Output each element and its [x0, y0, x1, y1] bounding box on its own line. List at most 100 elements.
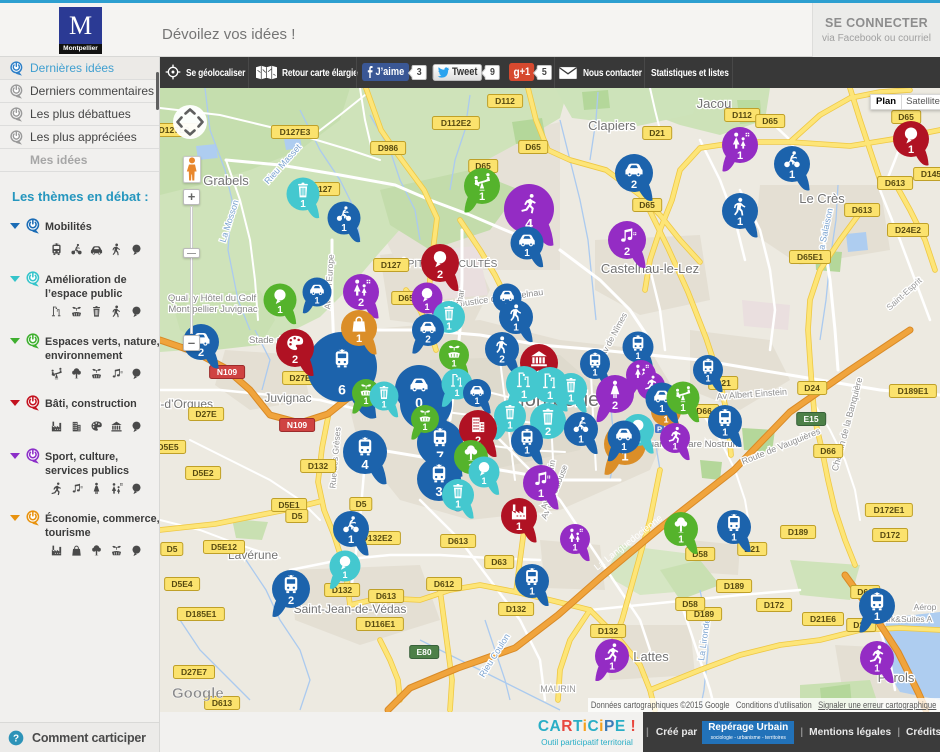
svg-text:1: 1	[547, 390, 553, 402]
svg-text:1: 1	[356, 333, 362, 345]
svg-text:Saint-Jean-de-Védas: Saint-Jean-de-Védas	[294, 602, 407, 616]
svg-text:1: 1	[524, 248, 530, 259]
svg-text:D5: D5	[292, 511, 303, 521]
svg-text:1: 1	[300, 199, 306, 210]
svg-text:D986: D986	[378, 143, 399, 153]
svg-text:D21: D21	[649, 128, 665, 138]
svg-text:Mont pellier Juvignac: Mont pellier Juvignac	[168, 304, 257, 315]
svg-text:Aérop: Aérop	[914, 602, 937, 612]
svg-text:1: 1	[474, 396, 479, 406]
svg-text:1: 1	[678, 534, 684, 545]
svg-text:D58: D58	[682, 599, 698, 609]
svg-text:D5E2: D5E2	[192, 468, 214, 478]
svg-text:D112: D112	[732, 110, 752, 120]
svg-text:D65E1: D65E1	[797, 252, 823, 262]
svg-text:1: 1	[529, 586, 535, 597]
svg-text:1: 1	[609, 661, 615, 672]
svg-text:Qual ty Hôtel du Golf: Qual ty Hôtel du Golf	[168, 293, 257, 304]
svg-text:D613: D613	[448, 536, 469, 546]
svg-text:D112: D112	[495, 96, 515, 106]
svg-text:6: 6	[338, 381, 346, 397]
svg-text:D65: D65	[639, 200, 655, 210]
svg-text:D189E1: D189E1	[898, 386, 929, 396]
svg-text:1: 1	[737, 150, 743, 162]
svg-text:1: 1	[507, 421, 513, 432]
svg-text:D5E4: D5E4	[171, 579, 193, 589]
svg-text:1: 1	[731, 532, 737, 543]
svg-text:N109: N109	[217, 367, 238, 377]
svg-text:1: 1	[737, 216, 743, 228]
svg-text:1: 1	[524, 446, 530, 457]
svg-text:1: 1	[513, 322, 519, 333]
svg-text:1: 1	[568, 394, 574, 405]
svg-text:D5E1: D5E1	[278, 500, 300, 510]
svg-text:quarium Mare Nostrum: quarium Mare Nostrum	[643, 439, 740, 450]
svg-text:1: 1	[680, 403, 686, 414]
svg-text:1: 1	[722, 427, 728, 438]
svg-text:1: 1	[479, 191, 485, 203]
svg-text:D5: D5	[356, 499, 367, 509]
svg-text:D613: D613	[376, 591, 397, 601]
svg-text:1: 1	[908, 144, 914, 156]
svg-text:D27E: D27E	[195, 409, 217, 419]
svg-text:D612: D612	[434, 579, 455, 589]
svg-text:1: 1	[789, 169, 795, 181]
svg-text:Grabels: Grabels	[203, 173, 249, 188]
svg-text:1: 1	[481, 476, 486, 486]
svg-text:2: 2	[288, 595, 294, 607]
svg-text:1: 1	[341, 223, 347, 234]
svg-text:1: 1	[538, 488, 544, 500]
svg-text:E15: E15	[803, 414, 818, 424]
svg-text:1: 1	[578, 434, 584, 445]
svg-text:3: 3	[435, 484, 442, 499]
svg-text:1: 1	[381, 399, 386, 409]
svg-text:D65: D65	[898, 112, 914, 122]
svg-text:1: 1	[521, 389, 527, 401]
svg-text:1: 1	[572, 543, 577, 553]
svg-text:D172: D172	[764, 600, 785, 610]
svg-text:D21E6: D21E6	[810, 614, 836, 624]
svg-text:D116E1: D116E1	[365, 619, 396, 629]
svg-text:Google: Google	[172, 685, 224, 702]
svg-text:1: 1	[422, 422, 427, 432]
svg-text:D127E3: D127E3	[280, 127, 311, 137]
svg-text:D65: D65	[525, 142, 541, 152]
svg-text:D145: D145	[921, 169, 940, 179]
svg-text:D24E2: D24E2	[895, 225, 921, 235]
svg-text:2: 2	[437, 269, 443, 281]
svg-text:1: 1	[592, 368, 597, 378]
svg-text:D63: D63	[491, 557, 507, 567]
svg-text:D5E12: D5E12	[211, 542, 237, 552]
svg-text:D189: D189	[788, 527, 809, 537]
svg-text:1: 1	[348, 534, 354, 546]
svg-text:1: 1	[277, 305, 283, 316]
svg-text:D613: D613	[885, 178, 906, 188]
svg-text:2: 2	[631, 179, 637, 191]
svg-text:D112E2: D112E2	[441, 118, 472, 128]
svg-text:2: 2	[499, 354, 505, 365]
svg-text:1: 1	[455, 500, 461, 511]
svg-text:D132: D132	[308, 461, 329, 471]
svg-text:1: 1	[363, 396, 368, 406]
svg-text:N109: N109	[287, 420, 308, 430]
svg-text:1: 1	[635, 351, 640, 361]
svg-text:2: 2	[425, 335, 431, 346]
svg-text:E80: E80	[416, 647, 431, 657]
svg-text:1: 1	[424, 302, 429, 312]
svg-text:1: 1	[342, 570, 347, 580]
svg-text:D172E1: D172E1	[874, 505, 905, 515]
svg-text:MAURIN: MAURIN	[540, 684, 576, 694]
svg-text:D613: D613	[852, 205, 873, 215]
svg-text:2: 2	[624, 246, 630, 258]
svg-text:Juvignac: Juvignac	[264, 391, 311, 405]
svg-text:4: 4	[361, 457, 369, 472]
svg-text:Clapiers: Clapiers	[588, 118, 636, 133]
svg-text:1: 1	[314, 295, 319, 305]
svg-text:D185E1: D185E1	[186, 609, 217, 619]
svg-text:D127: D127	[381, 260, 402, 270]
svg-text:1: 1	[705, 374, 710, 384]
svg-text:?: ?	[13, 733, 19, 744]
svg-text:D132: D132	[506, 604, 527, 614]
svg-text:2: 2	[358, 297, 364, 309]
svg-text:2: 2	[292, 354, 298, 366]
